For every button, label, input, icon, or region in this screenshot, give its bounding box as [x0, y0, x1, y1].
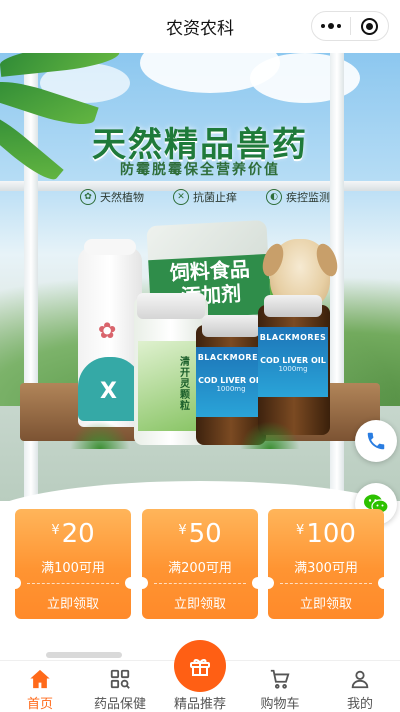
- rose-icon: ✿: [98, 319, 117, 344]
- phone-button[interactable]: [355, 420, 397, 462]
- tab-profile[interactable]: 我的: [320, 661, 400, 712]
- feature-label: 疾控监测: [286, 191, 330, 204]
- feature-row: ✿ 天然植物 ✕ 抗菌止痒 ◐ 疾控监测: [80, 189, 330, 205]
- coupon-condition: 满100可用: [41, 561, 105, 576]
- app-page: 农资农科 天然精品兽药 防霉脱霉保全营养价值 ✿ 天然植物 ✕ 抗菌止痒 ◐ 疾…: [0, 0, 400, 712]
- grid-search-icon: [108, 667, 132, 691]
- coupon-condition: 满300可用: [294, 561, 358, 576]
- mini-program-capsule: [311, 11, 389, 41]
- x-logo-icon: X: [100, 379, 117, 404]
- gift-icon: [190, 658, 210, 676]
- fern-shape: [240, 421, 300, 449]
- currency-symbol: ¥: [296, 523, 305, 538]
- user-icon: [348, 667, 372, 691]
- claim-button[interactable]: 立即领取: [142, 593, 258, 612]
- leaf-icon: ✿: [80, 189, 96, 205]
- white-bottle-product: ✿ X: [78, 239, 142, 427]
- tab-cart[interactable]: 购物车: [240, 661, 320, 712]
- fern-shape: [70, 421, 130, 449]
- coupon-card[interactable]: ¥20 满100可用 立即领取: [15, 509, 131, 619]
- tab-label: 我的: [346, 697, 373, 712]
- more-dots-icon[interactable]: [312, 12, 350, 40]
- coupon-divider: [27, 583, 119, 584]
- cart-icon: [268, 667, 292, 691]
- coupon-value: 50: [188, 519, 222, 549]
- coupon-amount: ¥20: [15, 519, 131, 549]
- feature-antibacterial: ✕ 抗菌止痒: [173, 189, 237, 205]
- feature-monitoring: ◐ 疾控监测: [266, 189, 330, 205]
- coupon-value: 100: [306, 519, 356, 549]
- promo-banner[interactable]: 天然精品兽药 防霉脱霉保全营养价值 ✿ 天然植物 ✕ 抗菌止痒 ◐ 疾控监测 饲…: [0, 53, 400, 501]
- coupon-card[interactable]: ¥100 满300可用 立即领取: [268, 509, 384, 619]
- coupon-amount: ¥50: [142, 519, 258, 549]
- dose-label: 1000mg: [216, 385, 246, 393]
- brand-label: BLACKMORES: [197, 353, 265, 362]
- gift-button[interactable]: [174, 640, 226, 692]
- coupon-value: 20: [61, 519, 95, 549]
- feature-label: 抗菌止痒: [193, 191, 237, 204]
- nav-header: 农资农科: [0, 0, 400, 53]
- currency-symbol: ¥: [51, 523, 60, 538]
- coupon-list: ¥20 满100可用 立即领取 ¥50 满200可用 立即领取 ¥100 满30…: [15, 509, 385, 619]
- product-label: COD LIVER OIL: [260, 356, 326, 365]
- coupon-divider: [280, 583, 372, 584]
- dose-label: 1000mg: [278, 365, 308, 373]
- tab-home[interactable]: 首页: [0, 661, 80, 712]
- feature-natural: ✿ 天然植物: [80, 189, 144, 205]
- brand-label: BLACKMORES: [259, 333, 327, 342]
- tab-label: 药品保健: [93, 697, 146, 712]
- claim-button[interactable]: 立即领取: [268, 593, 384, 612]
- coupon-card[interactable]: ¥50 满200可用 立即领取: [142, 509, 258, 619]
- claim-button[interactable]: 立即领取: [15, 593, 131, 612]
- tab-label: 精品推荐: [173, 697, 226, 712]
- coupon-condition: 满200可用: [168, 561, 232, 576]
- currency-symbol: ¥: [178, 523, 187, 538]
- shield-icon: ✕: [173, 189, 189, 205]
- monitor-icon: ◐: [266, 189, 282, 205]
- cod-liver-oil-bottle: BLACKMORES COD LIVER OIL 1000mg: [258, 295, 330, 435]
- tab-label: 购物车: [260, 697, 300, 712]
- target-close-icon[interactable]: [350, 12, 388, 40]
- tab-medicine[interactable]: 药品保健: [80, 661, 160, 712]
- banner-subline: 防霉脱霉保全营养价值: [120, 162, 280, 178]
- next-section-peek: [46, 652, 122, 658]
- home-icon: [28, 667, 52, 691]
- coupon-divider: [154, 583, 246, 584]
- phone-icon: [367, 432, 385, 450]
- product-label: COD LIVER OIL: [198, 376, 264, 385]
- coupon-amount: ¥100: [268, 519, 384, 549]
- feature-label: 天然植物: [100, 191, 144, 204]
- tab-label: 首页: [26, 697, 53, 712]
